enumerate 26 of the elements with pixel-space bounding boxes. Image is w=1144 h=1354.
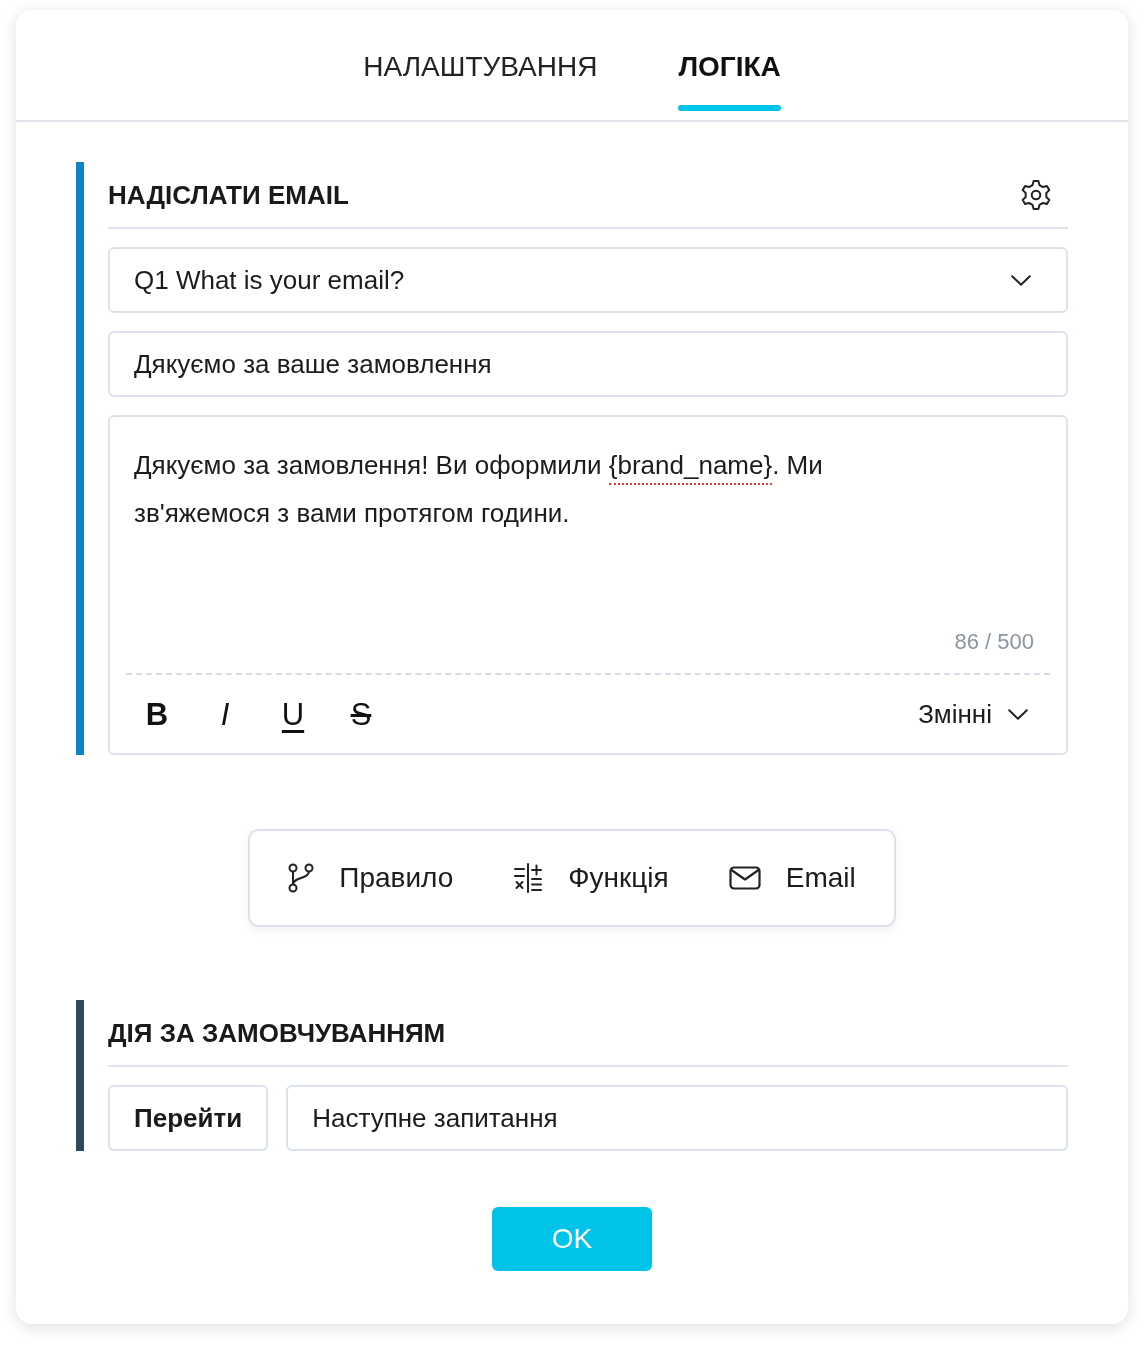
tab[interactable]: ЛОГІКА [678, 10, 781, 120]
bold-button[interactable]: B [132, 689, 182, 739]
question-select[interactable]: Q1 What is your email? [108, 247, 1068, 313]
add-function-button[interactable]: Функція [483, 845, 699, 911]
section-title: ДІЯ ЗА ЗАМОВЧУВАННЯМ [108, 1016, 446, 1049]
tab[interactable]: НАЛАШТУВАННЯ [363, 10, 598, 120]
target-field[interactable]: Наступне запитання [286, 1085, 1068, 1151]
message-text: Дякуємо за замовлення! Ви оформили {brand_name}. Ми зв'яжемося з вами протягом години. [134, 449, 824, 530]
italic-button[interactable]: I [200, 689, 250, 739]
branch-icon [288, 863, 315, 893]
settings-button[interactable] [1020, 178, 1052, 211]
settings-icon [1020, 178, 1052, 211]
subject-field[interactable]: Дякуємо за ваше замовлення [108, 331, 1068, 397]
message-editor[interactable]: Дякуємо за замовлення! Ви оформили {brand_name}. Ми зв'яжемося з вами протягом години. 86 / 500 B I U S Змінні [108, 415, 1068, 755]
section-title: НАДІСЛАТИ EMAIL [108, 178, 349, 211]
variables-dropdown[interactable]: Змінні [918, 690, 1028, 738]
add-email-button[interactable]: Email [698, 845, 886, 911]
strikethrough-button[interactable]: S [336, 689, 386, 739]
chevron-down-icon [1011, 274, 1031, 286]
chevron-down-icon [1008, 708, 1028, 720]
character-counter: 86 / 500 [954, 628, 1034, 656]
envelope-icon [728, 866, 761, 890]
underline-button[interactable]: U [268, 689, 318, 739]
calculator-signs-icon [513, 863, 544, 893]
action-select[interactable]: Перейти [108, 1085, 269, 1151]
add-rule-button[interactable]: Правило [258, 845, 484, 911]
